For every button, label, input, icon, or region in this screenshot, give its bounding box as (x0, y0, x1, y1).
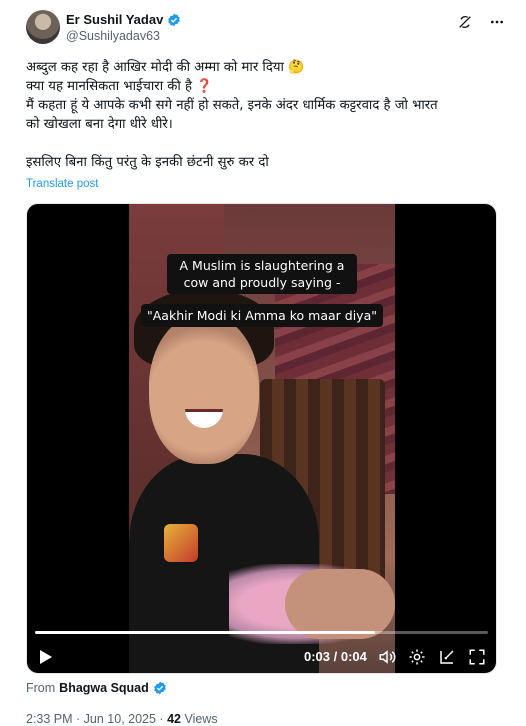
shirt-logo (164, 524, 198, 562)
author-name-row[interactable]: Er Sushil Yadav (66, 12, 181, 27)
volume-icon[interactable] (378, 648, 396, 666)
fullscreen-icon[interactable] (468, 648, 486, 666)
verified-badge-icon (153, 681, 167, 695)
tweet-actions-top (456, 13, 506, 31)
avatar[interactable] (26, 10, 60, 44)
video-time: 0:03 / 0:04 (304, 649, 367, 664)
video-caption-quote-text: "Aakhir Modi ki Amma ko maar diya" (141, 304, 383, 327)
video-caption-text: A Muslim is slaughtering a cow and proud… (167, 254, 357, 294)
display-name[interactable]: Er Sushil Yadav (66, 12, 163, 27)
author-handle[interactable]: @Sushilyadav63 (66, 29, 160, 43)
translate-link[interactable]: Translate post (26, 178, 98, 190)
tweet-text: अब्दुल कह रहा है आखिर मोदी की अम्मा को म… (26, 58, 496, 172)
views-label: Views (184, 712, 218, 726)
tweet-line: इसलिए बिना किंतु परंतु के इनकी छंटनी सुर… (26, 155, 269, 170)
tweet-line: को खोखला बना देगा धीरे धीरे। (26, 117, 173, 132)
tweet-line: मैं कहता हूं ये आपके कभी सगे नहीं हो सकत… (26, 98, 438, 113)
views-count: 42 (167, 712, 181, 726)
video-controls (378, 648, 486, 666)
tweet-timestamp[interactable]: 2:33 PM · Jun 10, 2025 · (26, 712, 167, 726)
pip-icon[interactable] (438, 648, 456, 666)
video-progress-fill (35, 631, 375, 634)
video-player[interactable]: A Muslim is slaughtering a cow and proud… (26, 203, 497, 674)
tweet-meta: 2:33 PM · Jun 10, 2025 · 42 Views (26, 712, 218, 726)
source-prefix: From (26, 681, 56, 695)
person-arm (285, 569, 395, 639)
person-face (149, 314, 259, 464)
play-icon[interactable] (37, 648, 55, 666)
video-caption: A Muslim is slaughtering a cow and proud… (129, 254, 395, 294)
settings-icon[interactable] (408, 648, 426, 666)
video-frame: A Muslim is slaughtering a cow and proud… (129, 204, 395, 673)
verified-badge-icon (167, 13, 181, 27)
grok-icon[interactable] (456, 13, 474, 31)
video-caption-quote: "Aakhir Modi ki Amma ko maar diya" (129, 304, 395, 327)
tweet-line: अब्दुल कह रहा है आखिर मोदी की अम्मा को म… (26, 60, 305, 75)
video-progress-bar[interactable] (35, 631, 488, 634)
source-attribution: From Bhagwa Squad (26, 681, 167, 695)
source-name[interactable]: Bhagwa Squad (59, 681, 149, 695)
tweet-line: क्या यह मानसिकता भाईचारा की है ❓ (26, 79, 213, 94)
more-icon[interactable] (488, 13, 506, 31)
